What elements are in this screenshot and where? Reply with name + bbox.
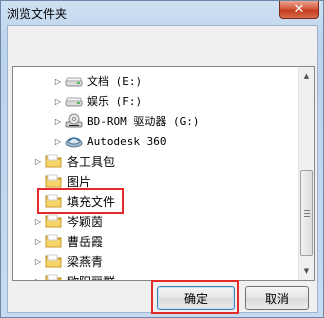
- tree-item[interactable]: ▷ 各工具包: [13, 151, 299, 171]
- tree-item[interactable]: ▷ Autodesk 360: [13, 131, 299, 151]
- grip-line: [304, 216, 310, 217]
- drive-icon: [65, 93, 83, 109]
- tree-item-label: 岑颖茵: [67, 214, 104, 229]
- drive-icon: [65, 73, 83, 89]
- tree-item-label: Autodesk 360: [87, 134, 167, 148]
- tree-item[interactable]: ▷ 娱乐 (F:): [13, 91, 299, 111]
- ok-button[interactable]: 确定: [157, 286, 235, 310]
- optical-drive-icon: [65, 113, 83, 129]
- cancel-button[interactable]: 取消: [245, 286, 309, 310]
- tree-item[interactable]: ▷ 曹岳霞: [13, 231, 299, 251]
- grip-line: [304, 213, 310, 214]
- expand-arrow-icon[interactable]: ▷: [53, 71, 63, 91]
- folder-icon: [45, 233, 63, 249]
- tree-item-label: 娱乐 (F:): [87, 95, 143, 108]
- dialog-title: 浏览文件夹: [7, 7, 68, 21]
- folder-tree-list: ▷ 文档 (E:) ▷ 娱乐 (F:) ▷ BD-ROM 驱动器 (G:) ▷ Autodes…: [13, 67, 299, 280]
- expand-arrow-icon[interactable]: ▷: [53, 91, 63, 111]
- folder-icon: [45, 173, 63, 189]
- close-button[interactable]: ✕: [279, 1, 319, 19]
- tree-item[interactable]: ▷ 欧阳丽群: [13, 271, 299, 280]
- folder-tree: ▷ 文档 (E:) ▷ 娱乐 (F:) ▷ BD-ROM 驱动器 (G:) ▷ Autodes…: [12, 66, 315, 281]
- vertical-scrollbar[interactable]: ▲ ▼: [298, 67, 314, 280]
- expand-arrow-icon[interactable]: ▷: [33, 211, 43, 231]
- tree-item-label: 梁燕青: [67, 254, 104, 269]
- tree-item[interactable]: ▷ 岑颖茵: [13, 211, 299, 231]
- tree-item-label: 曹岳霞: [67, 234, 104, 249]
- tree-item-label: 欧阳丽群: [67, 273, 115, 281]
- title-bar[interactable]: 浏览文件夹 ✕: [1, 1, 323, 23]
- expand-arrow-icon[interactable]: ▷: [33, 231, 43, 251]
- expand-arrow-icon[interactable]: ▷: [53, 111, 63, 131]
- tree-item[interactable]: ▷ 文档 (E:): [13, 71, 299, 91]
- scroll-down-arrow-icon[interactable]: ▼: [299, 263, 314, 279]
- expand-arrow-icon[interactable]: ▷: [33, 251, 43, 271]
- scroll-up-arrow-icon[interactable]: ▲: [299, 68, 314, 84]
- dialog-body: ▷ 文档 (E:) ▷ 娱乐 (F:) ▷ BD-ROM 驱动器 (G:) ▷ Autodes…: [7, 25, 318, 314]
- tree-item-label: BD-ROM 驱动器 (G:): [87, 115, 200, 128]
- tree-item[interactable]: ▷ BD-ROM 驱动器 (G:): [13, 111, 299, 131]
- tree-item[interactable]: ▷ 梁燕青: [13, 251, 299, 271]
- grip-line: [304, 210, 310, 211]
- folder-icon: [45, 273, 63, 280]
- cloud-icon: [65, 133, 83, 149]
- folder-icon: [45, 153, 63, 169]
- scrollbar-thumb[interactable]: [300, 170, 313, 256]
- expand-arrow-icon[interactable]: ▷: [53, 131, 63, 151]
- close-icon: ✕: [293, 2, 305, 17]
- tree-item-label: 文档 (E:): [87, 75, 143, 88]
- folder-icon: [45, 213, 63, 229]
- tree-item-label: 各工具包: [67, 154, 116, 169]
- expand-arrow-icon[interactable]: ▷: [33, 151, 43, 171]
- tree-item-label: 图片: [67, 174, 92, 189]
- folder-icon: [45, 253, 63, 269]
- expand-arrow-icon[interactable]: ▷: [33, 271, 43, 281]
- browse-folder-dialog: 浏览文件夹 ✕ ▷ 文档 (E:) ▷ 娱乐 (F:) ▷ BD-ROM 驱动器 (G:)…: [0, 0, 324, 318]
